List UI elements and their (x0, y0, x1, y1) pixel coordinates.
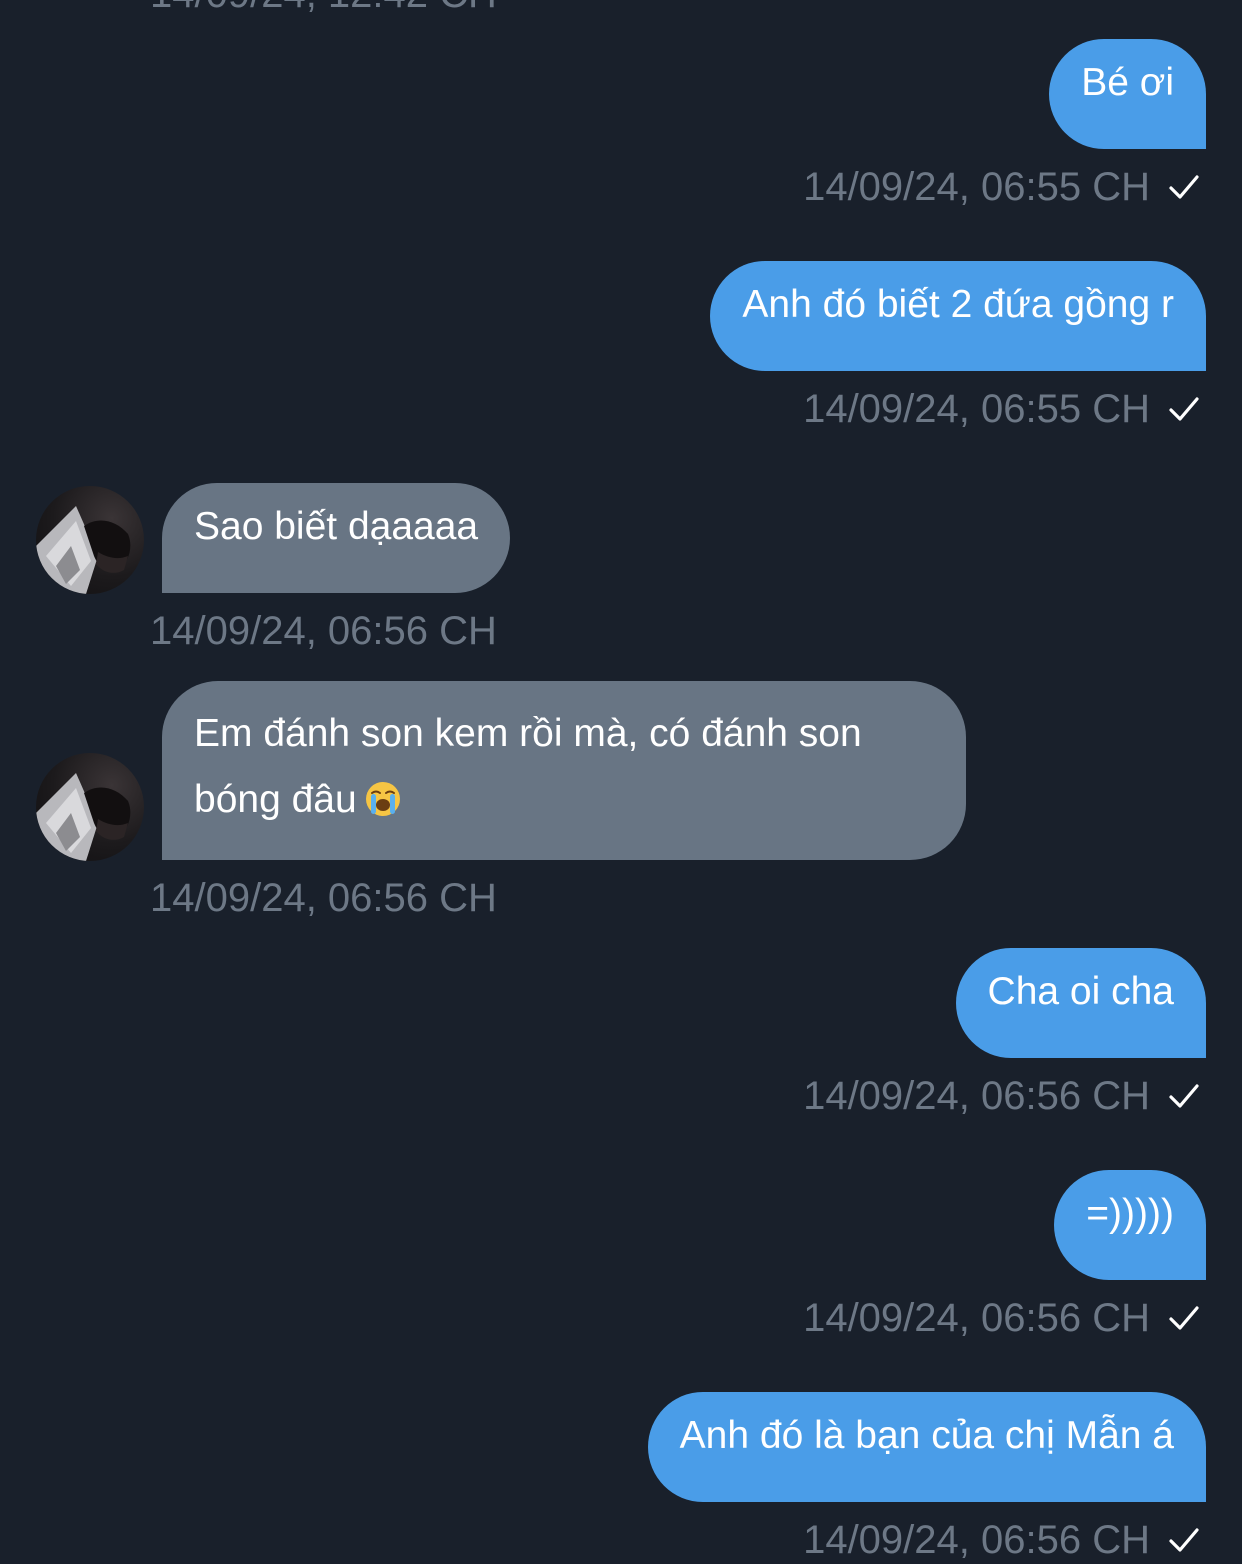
check-icon (1166, 391, 1202, 427)
message-text: Anh đó là bạn của chị Mẫn á (679, 1414, 1174, 1457)
outgoing-message-bubble[interactable]: Anh đó biết 2 đứa gồng r (710, 261, 1206, 371)
message-text: Bé ơi (1081, 61, 1174, 104)
loudly-crying-face-icon (363, 778, 403, 818)
message-text: =))))) (1086, 1192, 1174, 1235)
avatar[interactable] (36, 753, 144, 861)
message-text: Sao biết dạaaaa (194, 505, 479, 548)
check-icon (1166, 169, 1202, 205)
outgoing-message-bubble[interactable]: Cha oi cha (955, 948, 1206, 1058)
message-timestamp: 14/09/24, 06:56 CH (150, 609, 497, 653)
message-timestamp: 14/09/24, 06:56 CH (803, 1074, 1150, 1118)
message-text: Cha oi cha (987, 970, 1174, 1013)
message-timestamp: 14/09/24, 06:56 CH (803, 1518, 1150, 1562)
message-text: Em đánh son kem rồi mà, có đánh son bóng… (194, 712, 862, 821)
chat-message-list[interactable]: 14/09/24, 12:42 CH Bé ơi 14/09/24, 06:55… (0, 0, 1242, 1564)
message-timestamp: 14/09/24, 06:55 CH (803, 165, 1150, 209)
message-timestamp: 14/09/24, 06:56 CH (803, 1296, 1150, 1340)
message-timestamp: 14/09/24, 12:42 CH (150, 0, 497, 18)
outgoing-message-bubble[interactable]: Bé ơi (1049, 39, 1206, 149)
incoming-message-bubble[interactable]: Sao biết dạaaaa (162, 483, 511, 593)
outgoing-message-bubble[interactable]: Anh đó là bạn của chị Mẫn á (647, 1392, 1206, 1502)
outgoing-message-bubble[interactable]: =))))) (1054, 1170, 1206, 1280)
check-icon (1166, 1300, 1202, 1336)
message-text: Anh đó biết 2 đứa gồng r (742, 283, 1174, 326)
check-icon (1166, 1522, 1202, 1558)
message-timestamp: 14/09/24, 06:56 CH (150, 876, 497, 920)
avatar[interactable] (36, 486, 144, 594)
message-timestamp: 14/09/24, 06:55 CH (803, 387, 1150, 431)
incoming-message-bubble[interactable]: Em đánh son kem rồi mà, có đánh son bóng… (162, 681, 966, 860)
check-icon (1166, 1078, 1202, 1114)
